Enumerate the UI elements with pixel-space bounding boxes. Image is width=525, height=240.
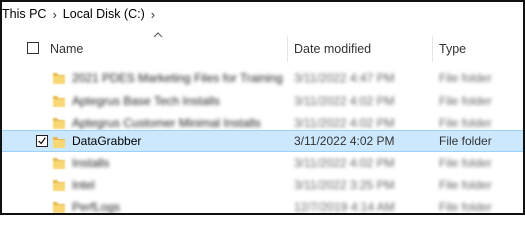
breadcrumb-this-pc[interactable]: This PC	[2, 7, 50, 21]
folder-icon	[52, 115, 66, 131]
file-type: File folder	[439, 94, 492, 108]
folder-icon	[52, 177, 66, 193]
column-header-row: Name Date modified Type	[2, 36, 523, 62]
checkmark-icon	[38, 137, 46, 145]
breadcrumb: This PC › Local Disk (C:) ›	[2, 4, 157, 24]
file-date-modified: 3/11/2022 3:25 PM	[294, 178, 395, 192]
file-name[interactable]: PerfLogs	[72, 200, 120, 213]
column-header-date-modified[interactable]: Date modified	[294, 42, 371, 56]
breadcrumb-separator[interactable]: ›	[50, 7, 58, 22]
folder-icon	[52, 93, 66, 109]
file-type: File folder	[439, 200, 492, 214]
file-type: File folder	[439, 134, 492, 148]
file-row[interactable]: 2021 PDES Marketing Files for Training 3/…	[2, 67, 523, 89]
folder-icon	[52, 134, 66, 150]
file-explorer-window: This PC › Local Disk (C:) › Name Date mo…	[0, 0, 525, 215]
file-type: File folder	[439, 116, 492, 130]
breadcrumb-separator[interactable]: ›	[149, 7, 157, 22]
row-checkbox[interactable]	[36, 135, 48, 147]
column-divider[interactable]	[287, 36, 288, 62]
file-name[interactable]: Installs	[72, 156, 109, 170]
file-name[interactable]: 2021 PDES Marketing Files for Training	[72, 71, 283, 85]
select-all-checkbox[interactable]	[27, 42, 39, 54]
folder-icon	[52, 199, 66, 213]
file-row[interactable]: Installs 3/11/2022 4:02 PM File folder	[2, 152, 523, 174]
column-header-type[interactable]: Type	[439, 42, 466, 56]
file-name[interactable]: Aptegrus Customer Minimal Installs	[72, 116, 261, 130]
file-date-modified: 12/7/2019 4:14 AM	[294, 200, 395, 214]
file-type: File folder	[439, 178, 492, 192]
column-header-name[interactable]: Name	[50, 42, 83, 56]
column-divider[interactable]	[432, 36, 433, 62]
file-date-modified: 3/11/2022 4:02 PM	[294, 134, 395, 148]
file-type: File folder	[439, 156, 492, 170]
file-row[interactable]: DataGrabber 3/11/2022 4:02 PM File folder	[2, 130, 523, 152]
file-type: File folder	[439, 71, 492, 85]
file-date-modified: 3/11/2022 4:02 PM	[294, 94, 395, 108]
breadcrumb-local-disk[interactable]: Local Disk (C:)	[59, 7, 149, 21]
file-name[interactable]: DataGrabber	[72, 134, 141, 148]
folder-icon	[52, 155, 66, 171]
file-name[interactable]: Aptegrus Base Tech Installs	[72, 94, 220, 108]
file-date-modified: 3/11/2022 4:02 PM	[294, 156, 395, 170]
file-name[interactable]: Intel	[72, 178, 95, 192]
folder-icon	[52, 70, 66, 86]
file-row[interactable]: Intel 3/11/2022 3:25 PM File folder	[2, 174, 523, 196]
file-row[interactable]: PerfLogs 12/7/2019 4:14 AM File folder	[2, 196, 523, 214]
file-date-modified: 3/11/2022 4:47 PM	[294, 71, 395, 85]
file-row[interactable]: Aptegrus Base Tech Installs 3/11/2022 4:0…	[2, 90, 523, 112]
file-date-modified: 3/11/2022 4:02 PM	[294, 116, 395, 130]
